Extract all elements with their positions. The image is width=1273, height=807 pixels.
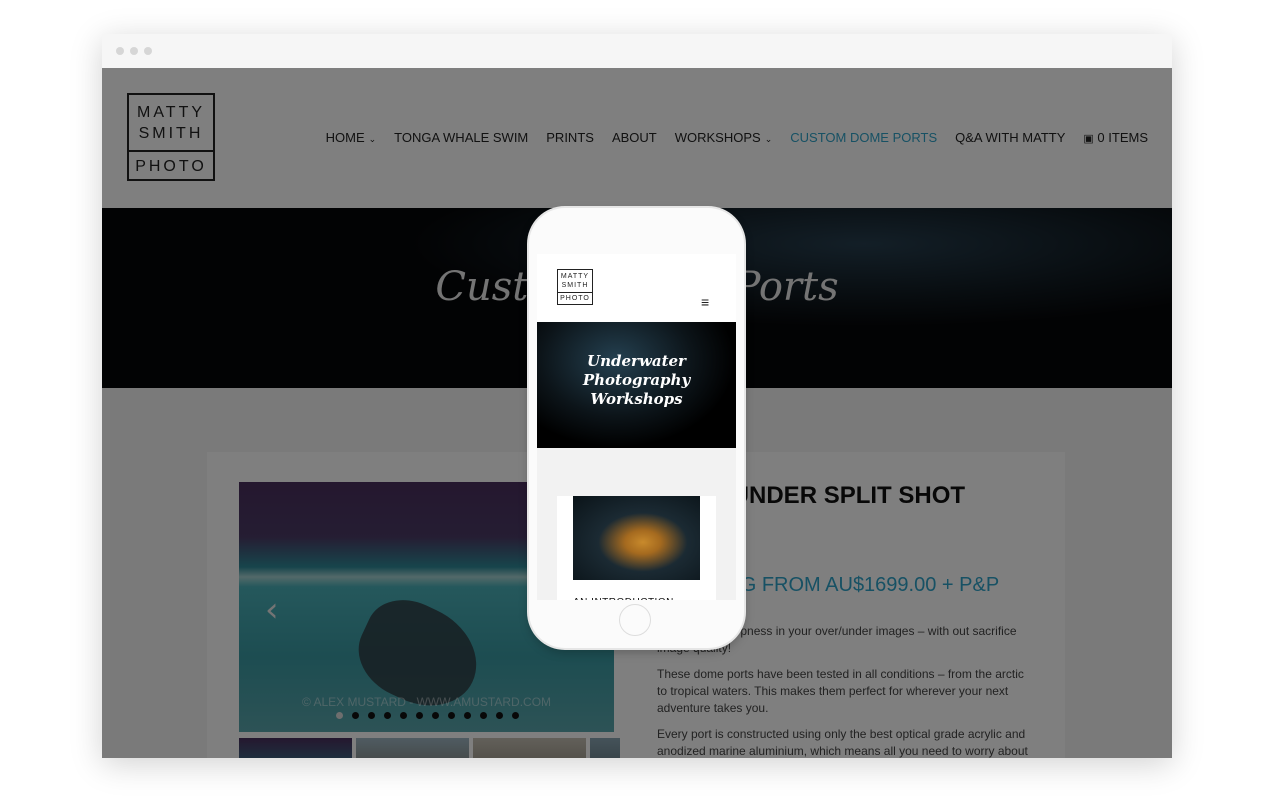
mobile-card-image bbox=[573, 496, 700, 580]
mobile-hero-line: Photography bbox=[582, 371, 691, 389]
mobile-screen: MATTY SMITH PHOTO ≡ Underwater Photograph… bbox=[537, 254, 736, 600]
hamburger-menu-icon[interactable]: ≡ bbox=[701, 294, 709, 310]
mobile-hero-line: Workshops bbox=[590, 390, 683, 408]
mobile-card-caption: AN INTRODUCTION bbox=[573, 597, 674, 600]
mobile-logo-line-3: PHOTO bbox=[560, 295, 590, 302]
mobile-hero-title: Underwater Photography Workshops bbox=[537, 352, 736, 409]
mobile-hero: Underwater Photography Workshops bbox=[537, 322, 736, 448]
window-minimize-dot[interactable] bbox=[130, 47, 138, 55]
mobile-article-card[interactable]: AN INTRODUCTION bbox=[557, 496, 716, 600]
mobile-logo-line-2: SMITH bbox=[561, 282, 589, 289]
mobile-hero-line: Underwater bbox=[587, 352, 686, 370]
browser-chrome bbox=[102, 34, 1172, 69]
mobile-logo-line-1: MATTY bbox=[560, 273, 590, 280]
mobile-phone-preview: MATTY SMITH PHOTO ≡ Underwater Photograph… bbox=[529, 208, 744, 648]
mobile-logo[interactable]: MATTY SMITH PHOTO bbox=[557, 269, 593, 305]
phone-home-button bbox=[619, 604, 651, 636]
window-close-dot[interactable] bbox=[116, 47, 124, 55]
window-maximize-dot[interactable] bbox=[144, 47, 152, 55]
mobile-header: MATTY SMITH PHOTO ≡ bbox=[537, 254, 736, 322]
